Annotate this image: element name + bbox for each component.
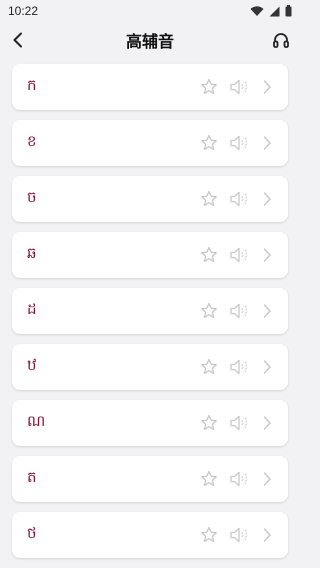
status-bar: 10:22 [0,0,300,22]
consonant-letter: ថ [27,524,37,542]
app-bar: 高辅音 [0,22,300,58]
list-item[interactable]: ឆ [12,232,288,278]
consonant-letter: ត [27,468,37,486]
speaker-icon[interactable] [228,244,250,266]
list-item[interactable]: ឋ [12,344,288,390]
star-icon[interactable] [198,300,220,322]
list-item[interactable]: ណ [12,400,288,446]
list-item[interactable]: ខ [12,120,288,166]
consonant-letter: ដ [27,300,37,318]
list-item[interactable]: ដ [12,288,288,334]
item-actions [198,356,274,378]
chevron-right-icon [260,414,274,432]
speaker-icon[interactable] [228,468,250,490]
chevron-right-icon [260,526,274,544]
chevron-right-icon [260,470,274,488]
chevron-right-icon [260,246,274,264]
speaker-icon[interactable] [228,132,250,154]
item-actions [198,188,274,210]
back-arrow-icon [13,32,22,48]
consonant-letter: ច [27,188,37,206]
chevron-right-icon [260,78,274,96]
chevron-right-icon [260,190,274,208]
item-actions [198,300,274,322]
list-item[interactable]: ត [12,456,288,502]
battery-icon [285,2,292,21]
list-item[interactable]: ថ [12,512,288,558]
signal-icon [269,2,280,21]
speaker-icon[interactable] [228,188,250,210]
list-item[interactable]: ច [12,176,288,222]
consonant-letter: ក [27,76,37,94]
consonant-letter: ឋ [27,356,37,374]
item-actions [198,132,274,154]
consonant-list: ក ខ ច ឆ ដ ឋ ណ ត ថ [12,64,288,568]
star-icon[interactable] [198,356,220,378]
item-actions [198,412,274,434]
star-icon[interactable] [198,412,220,434]
headphones-button[interactable] [270,30,292,50]
star-icon[interactable] [198,244,220,266]
speaker-icon[interactable] [228,356,250,378]
item-actions [198,524,274,546]
consonant-letter: ឆ [27,244,37,262]
list-item[interactable]: ក [12,64,288,110]
page-title: 高辅音 [125,32,174,51]
speaker-icon[interactable] [228,300,250,322]
wifi-icon [250,2,264,21]
chevron-right-icon [260,358,274,376]
back-button[interactable] [8,30,28,50]
star-icon[interactable] [198,468,220,490]
speaker-icon[interactable] [228,412,250,434]
status-icons [250,2,292,21]
star-icon[interactable] [198,188,220,210]
speaker-icon[interactable] [228,76,250,98]
status-time: 10:22 [8,4,39,18]
star-icon[interactable] [198,76,220,98]
item-actions [198,76,274,98]
speaker-icon[interactable] [228,524,250,546]
chevron-right-icon [260,134,274,152]
item-actions [198,468,274,490]
headphones-icon [273,33,289,48]
chevron-right-icon [260,302,274,320]
star-icon[interactable] [198,524,220,546]
item-actions [198,244,274,266]
consonant-letter: ខ [27,132,37,150]
consonant-letter: ណ [27,412,46,430]
star-icon[interactable] [198,132,220,154]
